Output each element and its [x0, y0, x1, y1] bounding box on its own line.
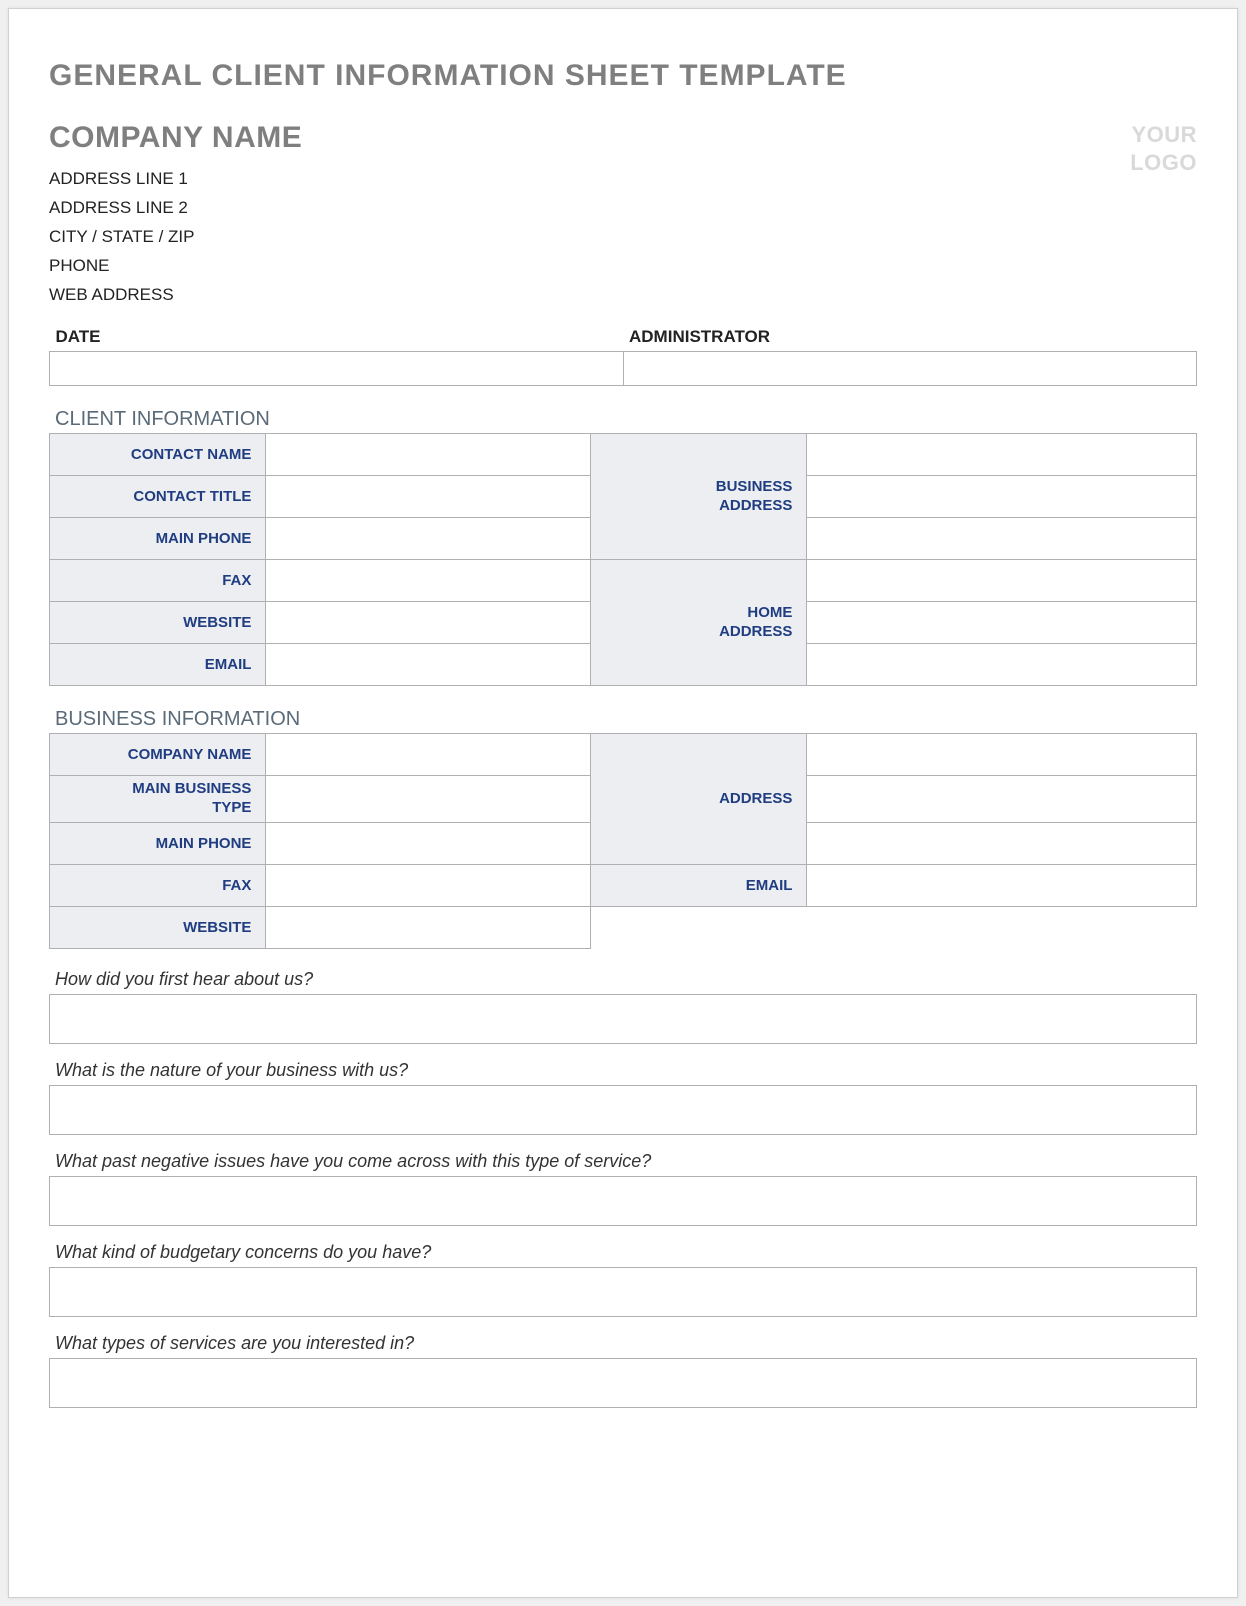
input-home-address-3[interactable] — [807, 644, 1197, 686]
label-main-phone: MAIN PHONE — [50, 518, 266, 560]
label-fax: FAX — [50, 560, 266, 602]
meta-table: DATE ADMINISTRATOR — [49, 323, 1197, 386]
question-2-input[interactable] — [49, 1085, 1197, 1135]
label-biz-address: ADDRESS — [591, 734, 807, 865]
business-info-heading: BUSINESS INFORMATION — [55, 708, 1197, 731]
input-biz-type[interactable] — [266, 776, 591, 823]
question-4-input[interactable] — [49, 1267, 1197, 1317]
question-4-label: What kind of budgetary concerns do you h… — [49, 1240, 1197, 1265]
client-info-heading: CLIENT INFORMATION — [55, 408, 1197, 431]
input-fax[interactable] — [266, 560, 591, 602]
date-label: DATE — [50, 323, 624, 352]
label-biz-main-phone: MAIN PHONE — [50, 822, 266, 864]
label-biz-address-text: ADDRESS — [605, 790, 792, 809]
logo-line2: LOGO — [1130, 149, 1197, 177]
question-5-label: What types of services are you intereste… — [49, 1331, 1197, 1356]
label-email: EMAIL — [50, 644, 266, 686]
input-biz-fax[interactable] — [266, 864, 591, 906]
input-biz-address-1[interactable] — [807, 734, 1197, 776]
business-info-table: COMPANY NAME ADDRESS MAIN BUSINESS TYPE … — [49, 733, 1197, 949]
input-biz-company-name[interactable] — [266, 734, 591, 776]
document-title: GENERAL CLIENT INFORMATION SHEET TEMPLAT… — [49, 59, 1197, 93]
input-main-phone[interactable] — [266, 518, 591, 560]
question-3-label: What past negative issues have you come … — [49, 1149, 1197, 1174]
label-biz-type-l1: MAIN BUSINESS — [64, 780, 251, 799]
date-input[interactable] — [50, 352, 624, 386]
question-3-input[interactable] — [49, 1176, 1197, 1226]
label-contact-title: CONTACT TITLE — [50, 476, 266, 518]
question-2-label: What is the nature of your business with… — [49, 1058, 1197, 1083]
input-contact-name[interactable] — [266, 434, 591, 476]
input-home-address-2[interactable] — [807, 602, 1197, 644]
label-website: WEBSITE — [50, 602, 266, 644]
logo-placeholder: YOUR LOGO — [1130, 121, 1197, 176]
question-1-label: How did you first hear about us? — [49, 967, 1197, 992]
label-business-address: BUSINESS ADDRESS — [591, 434, 807, 560]
label-biz-type-l2: TYPE — [64, 799, 251, 818]
company-name: COMPANY NAME — [49, 121, 302, 155]
company-address-line-2: ADDRESS LINE 2 — [49, 194, 302, 223]
input-biz-address-2[interactable] — [807, 776, 1197, 823]
input-biz-email[interactable] — [807, 864, 1197, 906]
header-row: COMPANY NAME ADDRESS LINE 1 ADDRESS LINE… — [49, 121, 1197, 309]
input-business-address-3[interactable] — [807, 518, 1197, 560]
question-5-input[interactable] — [49, 1358, 1197, 1408]
label-biz-company-name: COMPANY NAME — [50, 734, 266, 776]
company-phone: PHONE — [49, 252, 302, 281]
question-1-input[interactable] — [49, 994, 1197, 1044]
client-info-table: CONTACT NAME BUSINESS ADDRESS CONTACT TI… — [49, 433, 1197, 686]
input-business-address-1[interactable] — [807, 434, 1197, 476]
input-home-address-1[interactable] — [807, 560, 1197, 602]
input-email[interactable] — [266, 644, 591, 686]
company-block: COMPANY NAME ADDRESS LINE 1 ADDRESS LINE… — [49, 121, 302, 309]
questions-block: How did you first hear about us? What is… — [49, 967, 1197, 1408]
input-contact-title[interactable] — [266, 476, 591, 518]
input-biz-address-3[interactable] — [807, 822, 1197, 864]
label-biz-type: MAIN BUSINESS TYPE — [50, 776, 266, 823]
label-home-address: HOME ADDRESS — [591, 560, 807, 686]
logo-line1: YOUR — [1130, 121, 1197, 149]
label-biz-email: EMAIL — [591, 864, 807, 906]
label-business-address-l1: BUSINESS — [605, 478, 792, 497]
input-business-address-2[interactable] — [807, 476, 1197, 518]
label-biz-fax: FAX — [50, 864, 266, 906]
label-home-address-l2: ADDRESS — [605, 623, 792, 642]
administrator-input[interactable] — [623, 352, 1197, 386]
label-biz-website: WEBSITE — [50, 906, 266, 948]
company-address-line-1: ADDRESS LINE 1 — [49, 165, 302, 194]
company-web: WEB ADDRESS — [49, 281, 302, 310]
label-home-address-l1: HOME — [605, 604, 792, 623]
label-business-address-l2: ADDRESS — [605, 497, 792, 516]
company-city-state-zip: CITY / STATE / ZIP — [49, 223, 302, 252]
document-page: GENERAL CLIENT INFORMATION SHEET TEMPLAT… — [8, 8, 1238, 1598]
administrator-label: ADMINISTRATOR — [623, 323, 1197, 352]
input-website[interactable] — [266, 602, 591, 644]
label-contact-name: CONTACT NAME — [50, 434, 266, 476]
input-biz-website[interactable] — [266, 906, 591, 948]
input-biz-main-phone[interactable] — [266, 822, 591, 864]
